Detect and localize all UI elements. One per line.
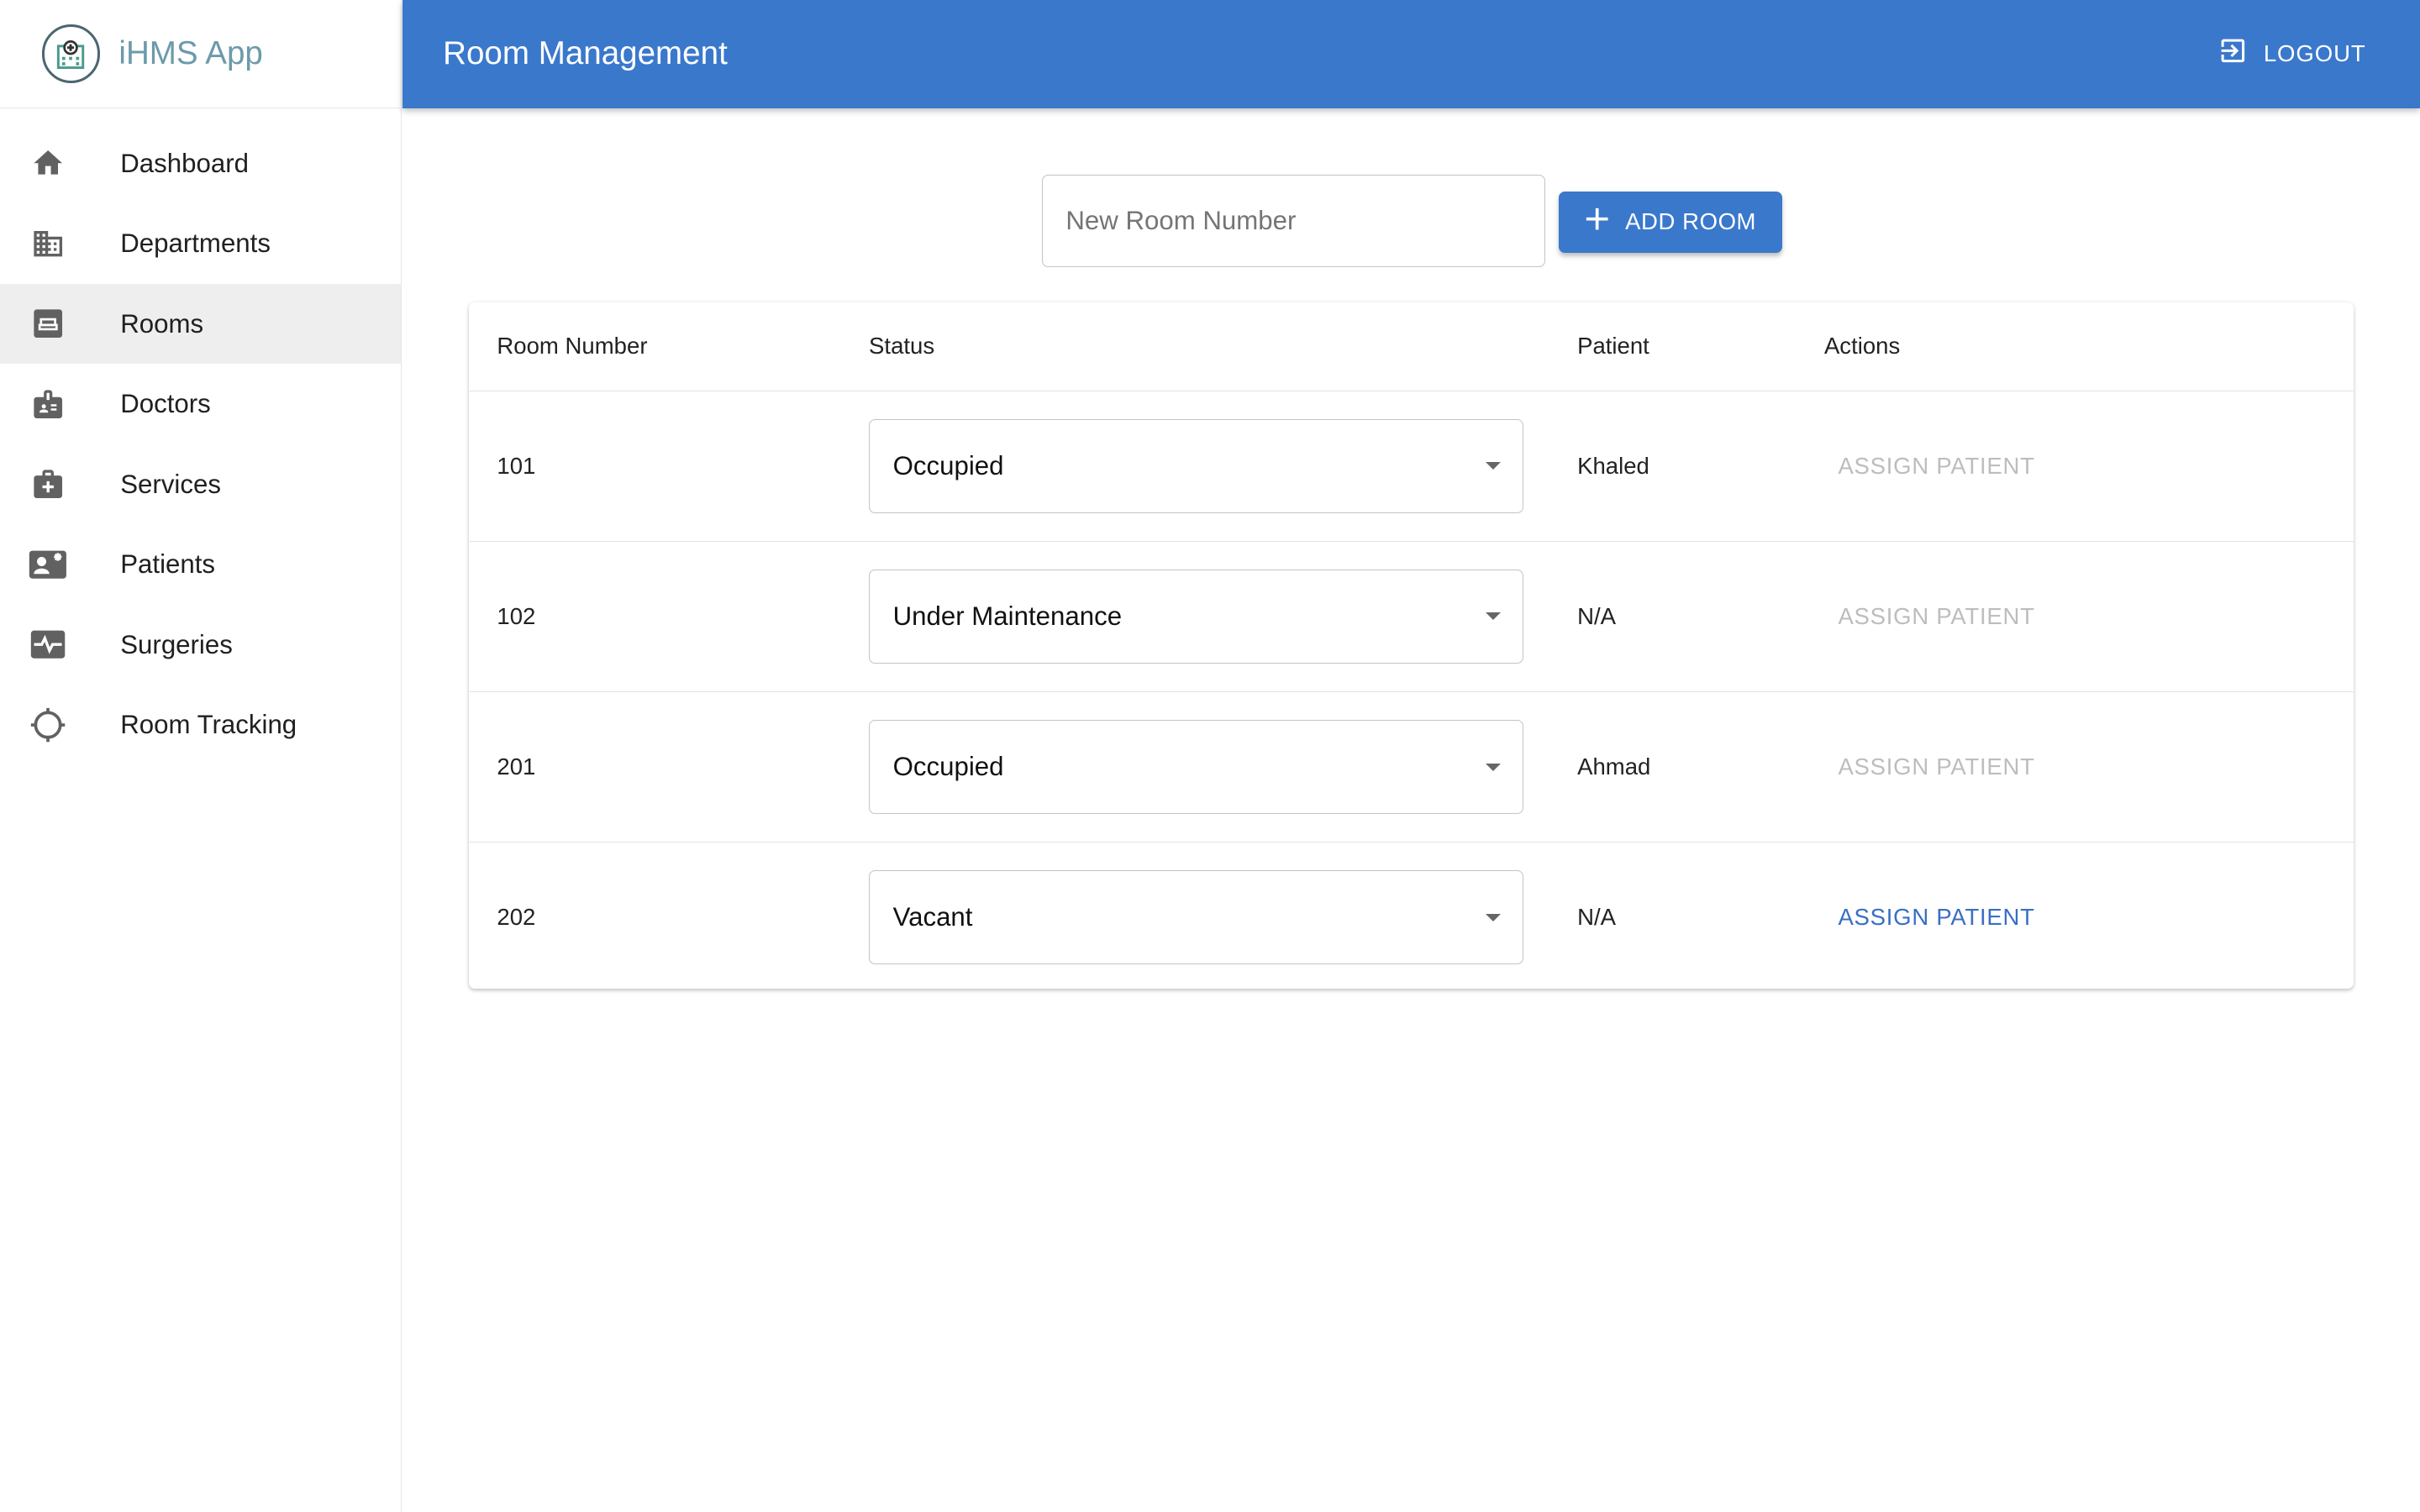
- app-bar: Room Management LOGOUT: [402, 0, 2420, 108]
- logout-label: LOGOUT: [2263, 40, 2366, 67]
- room-number: 202: [497, 904, 536, 931]
- caret-down-icon: [1486, 612, 1502, 621]
- brand: iHMS App: [0, 0, 401, 108]
- header-patient: Patient: [1577, 333, 1649, 360]
- sidebar-item-label: Rooms: [120, 308, 204, 339]
- status-select[interactable]: Vacant: [869, 870, 1523, 965]
- sidebar-item-label: Dashboard: [120, 148, 249, 178]
- table-row: 201 Occupied Ahmad ASSIGN PATIENT: [469, 692, 2354, 843]
- header-actions: Actions: [1823, 333, 1901, 360]
- crosshair-icon: [28, 705, 68, 745]
- sidebar-item-label: Room Tracking: [120, 710, 297, 740]
- status-value: Occupied: [892, 450, 1004, 480]
- status-select[interactable]: Under Maintenance: [869, 569, 1523, 664]
- sidebar-item-label: Services: [120, 469, 221, 499]
- sidebar: iHMS App Dashboard Departments Rooms Doc…: [0, 0, 402, 1512]
- table-row: 102 Under Maintenance N/A ASSIGN PATIENT: [469, 542, 2354, 692]
- assign-patient-button[interactable]: ASSIGN PATIENT: [1824, 603, 2035, 629]
- patient-name: Khaled: [1577, 452, 1649, 479]
- sidebar-item-label: Doctors: [120, 389, 211, 419]
- logout-icon: [2217, 35, 2249, 73]
- status-value: Occupied: [892, 752, 1004, 782]
- sidebar-item-departments[interactable]: Departments: [0, 203, 401, 284]
- room-number: 201: [497, 753, 536, 780]
- sidebar-item-rooms[interactable]: Rooms: [0, 283, 401, 365]
- sidebar-item-dashboard[interactable]: Dashboard: [0, 123, 401, 204]
- add-room-label: ADD ROOM: [1625, 208, 1757, 235]
- assign-patient-button[interactable]: ASSIGN PATIENT: [1824, 753, 2035, 780]
- app-name: iHMS App: [118, 34, 263, 71]
- sidebar-item-label: Departments: [120, 228, 271, 259]
- table-row: 202 Vacant N/A ASSIGN PATIENT: [469, 843, 2354, 992]
- caret-down-icon: [1486, 462, 1502, 470]
- new-room-number-input[interactable]: [1041, 174, 1545, 267]
- bed-icon: [28, 304, 68, 344]
- logout-button[interactable]: LOGOUT: [2217, 0, 2366, 108]
- room-number: 101: [497, 452, 536, 479]
- monitor-heart-icon: [28, 625, 68, 665]
- status-value: Vacant: [892, 902, 973, 932]
- sidebar-item-label: Patients: [120, 549, 216, 580]
- table-row: 101 Occupied Khaled ASSIGN PATIENT: [469, 391, 2354, 542]
- assign-patient-button[interactable]: ASSIGN PATIENT: [1824, 904, 2035, 930]
- hospital-logo-icon: [41, 24, 101, 83]
- status-select[interactable]: Occupied: [869, 720, 1523, 815]
- building-icon: [28, 223, 68, 264]
- sidebar-nav: Dashboard Departments Rooms Doctors Serv…: [0, 108, 401, 765]
- add-room-button[interactable]: ADD ROOM: [1559, 191, 1783, 254]
- patient-name: Ahmad: [1577, 753, 1651, 780]
- table-header: Room Number Status Patient Actions: [469, 302, 2354, 391]
- room-number: 102: [497, 602, 536, 629]
- rooms-table: Room Number Status Patient Actions 101 O…: [469, 302, 2354, 992]
- sidebar-item-label: Surgeries: [120, 629, 233, 659]
- patient-name: N/A: [1577, 904, 1616, 931]
- sidebar-item-surgeries[interactable]: Surgeries: [0, 605, 401, 685]
- home-icon: [28, 144, 68, 184]
- sidebar-item-services[interactable]: Services: [0, 444, 401, 525]
- sidebar-item-room-tracking[interactable]: Room Tracking: [0, 685, 401, 765]
- status-value: Under Maintenance: [892, 601, 1123, 631]
- header-status: Status: [869, 333, 935, 360]
- medical-kit-icon: [28, 465, 68, 505]
- badge-icon: [28, 384, 68, 424]
- plus-icon: [1585, 207, 1609, 238]
- patient-name: N/A: [1577, 602, 1616, 629]
- page-title: Room Management: [443, 35, 728, 72]
- caret-down-icon: [1486, 763, 1502, 771]
- sidebar-item-patients[interactable]: Patients: [0, 524, 401, 605]
- main-content: ADD ROOM Room Number Status Patient Acti…: [402, 108, 2420, 1512]
- caret-down-icon: [1486, 913, 1502, 921]
- header-room-number: Room Number: [497, 333, 648, 360]
- patient-card-icon: [28, 544, 68, 585]
- assign-patient-button[interactable]: ASSIGN PATIENT: [1824, 453, 2035, 479]
- status-select[interactable]: Occupied: [869, 418, 1523, 513]
- sidebar-item-doctors[interactable]: Doctors: [0, 364, 401, 444]
